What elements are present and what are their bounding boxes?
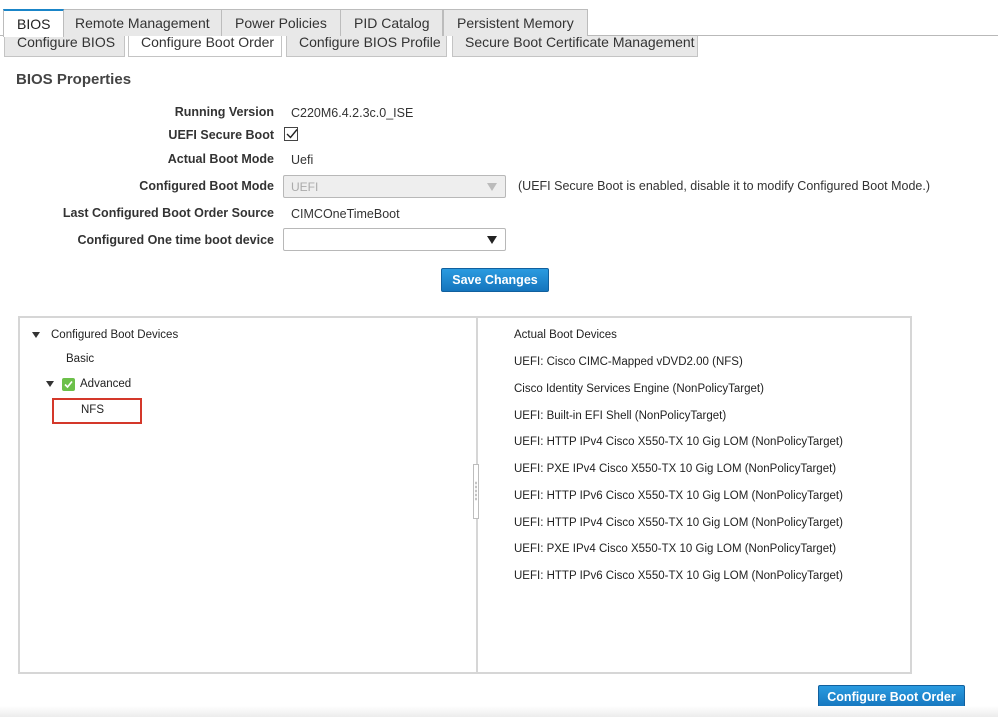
tree-item-basic[interactable]: Basic [66,353,94,365]
chevron-down-icon [487,183,497,191]
running-version-label: Running Version [174,105,274,119]
actual-boot-device-item: UEFI: HTTP IPv4 Cisco X550-TX 10 Gig LOM… [514,517,843,529]
actual-boot-mode-label: Actual Boot Mode [167,152,274,166]
one-time-boot-device-select[interactable] [283,228,506,251]
actual-boot-device-item: UEFI: Cisco CIMC-Mapped vDVD2.00 (NFS) [514,356,743,368]
tab-power-policies[interactable]: Power Policies [221,9,341,36]
actual-boot-device-item: UEFI: HTTP IPv6 Cisco X550-TX 10 Gig LOM… [514,570,843,582]
configured-boot-mode-label: Configured Boot Mode [139,179,274,193]
actual-boot-devices-header: Actual Boot Devices [514,329,617,341]
secondary-tab-bar: Configure BIOS Configure Boot Order Conf… [0,35,998,57]
actual-boot-device-item: Cisco Identity Services Engine (NonPolic… [514,383,764,395]
tab-configure-bios-profile[interactable]: Configure BIOS Profile [286,35,447,57]
tree-root-configured-boot-devices[interactable]: Configured Boot Devices [51,329,178,341]
tab-pid-catalog[interactable]: PID Catalog [340,9,444,36]
checkmark-icon [64,380,73,389]
expand-triangle-icon[interactable] [32,332,40,338]
configured-boot-mode-select: UEFI [283,175,506,198]
tab-bios[interactable]: BIOS [3,9,65,37]
boot-devices-panel: Configured Boot Devices Basic Advanced N… [18,316,912,674]
chevron-down-icon [487,236,497,244]
checkmark-icon [286,129,298,139]
green-checkbox-icon[interactable] [62,378,75,391]
save-changes-button[interactable]: Save Changes [441,268,549,292]
grip-icon [475,481,477,501]
actual-boot-mode-value: Uefi [291,153,314,167]
expand-triangle-icon[interactable] [46,381,54,387]
tab-secure-boot-certificate-management[interactable]: Secure Boot Certificate Management [452,35,698,57]
configured-boot-mode-value: UEFI [291,180,319,194]
running-version-value: C220M6.4.2.3c.0_ISE [291,106,414,120]
last-boot-order-source-label: Last Configured Boot Order Source [62,206,274,220]
tab-persistent-memory[interactable]: Persistent Memory [443,9,588,36]
actual-boot-devices-pane: Actual Boot Devices UEFI: Cisco CIMC-Map… [478,318,910,672]
section-title: BIOS Properties [16,71,132,88]
primary-tab-bar: BIOS Remote Management Power Policies PI… [0,0,998,37]
actual-boot-device-item: UEFI: Built-in EFI Shell (NonPolicyTarge… [514,410,727,422]
actual-boot-device-item: UEFI: HTTP IPv4 Cisco X550-TX 10 Gig LOM… [514,436,843,448]
bottom-edge [0,706,998,717]
tree-item-nfs[interactable]: NFS [81,404,104,416]
one-time-boot-device-label: Configured One time boot device [77,233,274,247]
actual-boot-device-item: UEFI: PXE IPv4 Cisco X550-TX 10 Gig LOM … [514,463,837,475]
tab-remote-management[interactable]: Remote Management [61,9,224,36]
last-boot-order-source-value: CIMCOneTimeBoot [291,207,400,221]
tab-configure-boot-order[interactable]: Configure Boot Order [128,35,282,57]
actual-boot-device-item: UEFI: PXE IPv4 Cisco X550-TX 10 Gig LOM … [514,543,837,555]
configured-boot-mode-note: (UEFI Secure Boot is enabled, disable it… [518,179,931,193]
actual-boot-device-item: UEFI: HTTP IPv6 Cisco X550-TX 10 Gig LOM… [514,490,843,502]
uefi-secure-boot-checkbox[interactable] [284,127,298,141]
tab-configure-bios[interactable]: Configure BIOS [4,35,125,57]
tree-item-advanced[interactable]: Advanced [80,378,131,390]
uefi-secure-boot-label: UEFI Secure Boot [168,128,274,142]
